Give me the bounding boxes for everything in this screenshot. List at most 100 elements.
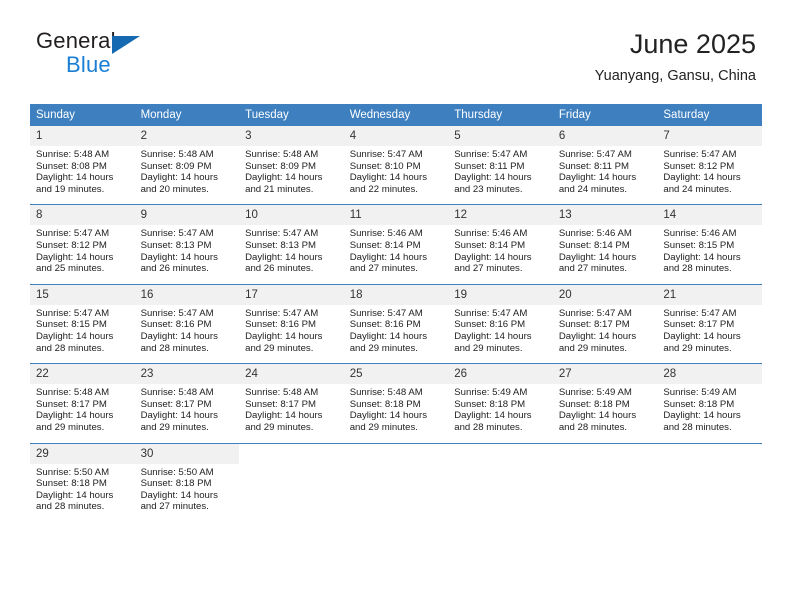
day-number-cell[interactable]: 16: [134, 284, 240, 305]
day-info-row: Sunrise: 5:48 AM Sunset: 8:08 PM Daylight:…: [30, 146, 762, 205]
sunrise-text: Sunrise: 5:49 AM: [454, 387, 528, 399]
day-number-cell[interactable]: 10: [239, 205, 344, 226]
sunrise-text: Sunrise: 5:48 AM: [245, 387, 319, 399]
weekday-header-thursday: Thursday: [448, 104, 553, 126]
logo-triangle-icon: [112, 36, 140, 54]
day-info-cell: Sunrise: 5:47 AM Sunset: 8:15 PM Daylight:…: [30, 304, 135, 364]
day-info-row: Sunrise: 5:50 AM Sunset: 8:18 PM Daylight:…: [30, 463, 762, 522]
daylight-text-line1: Daylight: 14 hours: [349, 330, 428, 342]
day-number-row: 29 30: [30, 443, 762, 464]
sunrise-text: Sunrise: 5:48 AM: [36, 149, 110, 160]
daylight-text-line1: Daylight: 14 hours: [245, 410, 323, 422]
sunset-text: Sunset: 8:18 PM: [140, 478, 212, 490]
day-info-cell: Sunrise: 5:47 AM Sunset: 8:16 PM Daylight:…: [343, 304, 449, 364]
daylight-text-line1: Daylight: 14 hours: [454, 330, 532, 342]
day-info-cell: Sunrise: 5:47 AM Sunset: 8:12 PM Daylight:…: [657, 146, 762, 205]
empty-day-info-cell: [657, 463, 762, 522]
daylight-text-line1: Daylight: 14 hours: [663, 410, 741, 422]
day-info-cell: Sunrise: 5:48 AM Sunset: 8:09 PM Daylight:…: [239, 146, 344, 205]
sunset-text: Sunset: 8:12 PM: [36, 239, 107, 251]
day-number-cell[interactable]: 26: [448, 364, 553, 385]
calendar-body: 1 2 3 4 5 6 7 Sunrise: 5:48 AM Sunset: 8:08 PM Da…: [30, 126, 762, 522]
weekday-header-monday: Monday: [134, 104, 240, 126]
day-number-cell[interactable]: 15: [30, 284, 135, 305]
daylight-text-line1: Daylight: 14 hours: [349, 251, 428, 263]
day-number-cell[interactable]: 18: [343, 284, 449, 305]
day-number-row: 1234567: [30, 126, 762, 146]
sunrise-text: Sunrise: 5:47 AM: [349, 149, 423, 160]
daylight-text-line2: and 28 minutes.: [558, 421, 628, 433]
sunset-text: Sunset: 8:16 PM: [140, 319, 212, 331]
day-number-cell[interactable]: 30: [134, 443, 240, 464]
day-info-cell: Sunrise: 5:47 AM Sunset: 8:13 PM Daylight:…: [134, 225, 240, 284]
day-number-cell[interactable]: 11: [343, 205, 449, 226]
sunset-text: Sunset: 8:09 PM: [140, 160, 212, 172]
daylight-text-line2: and 29 minutes.: [349, 421, 418, 433]
day-number-cell[interactable]: 2: [134, 126, 240, 146]
day-number-cell[interactable]: 19: [448, 284, 553, 305]
day-number-cell[interactable]: 5: [448, 126, 553, 146]
daylight-text-line2: and 26 minutes.: [140, 263, 209, 275]
day-info-cell: Sunrise: 5:47 AM Sunset: 8:17 PM Daylight:…: [657, 304, 762, 364]
sunset-text: Sunset: 8:09 PM: [245, 160, 317, 172]
daylight-text-line2: and 29 minutes.: [558, 342, 628, 354]
empty-day-info-cell: [448, 463, 553, 522]
daylight-text-line1: Daylight: 14 hours: [663, 172, 741, 184]
daylight-text-line1: Daylight: 14 hours: [140, 489, 218, 501]
day-number-cell[interactable]: 9: [134, 205, 240, 226]
weekday-header-tuesday: Tuesday: [239, 104, 344, 126]
sunrise-text: Sunrise: 5:49 AM: [558, 387, 632, 399]
page-title: June 2025: [629, 29, 756, 59]
daylight-text-line1: Daylight: 14 hours: [140, 410, 218, 422]
day-number-cell[interactable]: 6: [552, 126, 658, 146]
general-blue-logo: General Blue: [36, 28, 156, 84]
daylight-text-line1: Daylight: 14 hours: [36, 489, 114, 501]
sunrise-text: Sunrise: 5:46 AM: [558, 228, 632, 240]
sunrise-text: Sunrise: 5:48 AM: [140, 387, 214, 399]
day-number-cell[interactable]: 8: [30, 205, 135, 226]
day-number-cell[interactable]: 13: [552, 205, 658, 226]
day-info-cell: Sunrise: 5:50 AM Sunset: 8:18 PM Daylight:…: [134, 463, 240, 522]
daylight-text-line1: Daylight: 14 hours: [36, 172, 114, 184]
weekday-header-wednesday: Wednesday: [343, 104, 449, 126]
day-number-cell[interactable]: 4: [343, 126, 449, 146]
sunset-text: Sunset: 8:18 PM: [454, 398, 526, 410]
weekday-header-row: Sunday Monday Tuesday Wednesday Thursday Frid…: [30, 104, 762, 126]
day-number-cell[interactable]: 17: [239, 284, 344, 305]
day-number-cell[interactable]: 27: [552, 364, 658, 385]
day-number-cell[interactable]: 24: [239, 364, 344, 385]
sunset-text: Sunset: 8:17 PM: [663, 319, 735, 331]
day-number-cell[interactable]: 21: [657, 284, 762, 305]
day-number-cell[interactable]: 28: [657, 364, 762, 385]
sunset-text: Sunset: 8:10 PM: [349, 160, 421, 172]
daylight-text-line1: Daylight: 14 hours: [558, 330, 637, 342]
daylight-text-line1: Daylight: 14 hours: [245, 172, 323, 184]
sunset-text: Sunset: 8:14 PM: [454, 239, 526, 251]
daylight-text-line1: Daylight: 14 hours: [454, 410, 532, 422]
daylight-text-line1: Daylight: 14 hours: [36, 251, 114, 263]
day-info-cell: Sunrise: 5:47 AM Sunset: 8:16 PM Daylight:…: [134, 304, 240, 364]
day-number-cell[interactable]: 20: [552, 284, 658, 305]
day-info-cell: Sunrise: 5:49 AM Sunset: 8:18 PM Daylight:…: [448, 384, 553, 443]
empty-day-number-cell: [657, 443, 762, 464]
empty-day-number-cell: [448, 443, 553, 464]
day-number-cell[interactable]: 25: [343, 364, 449, 385]
empty-day-number-cell: [552, 443, 658, 464]
daylight-text-line2: and 29 minutes.: [663, 342, 732, 354]
daylight-text-line2: and 25 minutes.: [36, 263, 105, 275]
day-number-cell[interactable]: 29: [30, 443, 135, 464]
sunrise-text: Sunrise: 5:47 AM: [36, 307, 110, 319]
day-number-cell[interactable]: 1: [30, 126, 135, 146]
page-header: General Blue June 2025 Yuanyang, Gansu, …: [36, 28, 756, 94]
sunrise-text: Sunrise: 5:47 AM: [663, 307, 737, 319]
empty-day-number-cell: [239, 443, 344, 464]
day-number-cell[interactable]: 23: [134, 364, 240, 385]
day-info-cell: Sunrise: 5:47 AM Sunset: 8:13 PM Daylight:…: [239, 225, 344, 284]
day-number-cell[interactable]: 7: [657, 126, 762, 146]
sunrise-text: Sunrise: 5:47 AM: [454, 149, 528, 160]
day-number-cell[interactable]: 22: [30, 364, 135, 385]
day-number-cell[interactable]: 12: [448, 205, 553, 226]
day-number-cell[interactable]: 3: [239, 126, 344, 146]
sunrise-text: Sunrise: 5:47 AM: [245, 228, 319, 240]
day-number-cell[interactable]: 14: [657, 205, 762, 226]
